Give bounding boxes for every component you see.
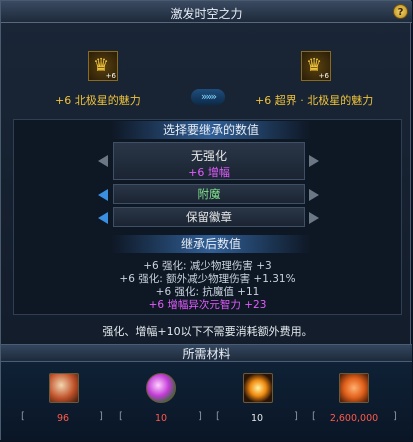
option-line-2: +6 增幅 [188,166,230,179]
emblem-option-box[interactable]: 保留徽章 [113,207,305,227]
prev-option-arrow-icon[interactable] [98,189,108,201]
option-label: 保留徽章 [186,210,232,224]
crystal-shard-icon[interactable] [49,373,79,403]
material-quantity: 96 [56,413,70,424]
select-section-header: 选择要继承的数值 [111,121,311,139]
cost-note: 强化、增幅+10以下不需要消耗额外费用。 [102,325,313,338]
source-item-name: +6 北极星的魅力 [55,94,141,107]
title-bar[interactable]: 激发时空之力 ? [1,1,412,23]
prev-option-arrow-icon[interactable] [98,212,108,224]
window-title: 激发时空之力 [170,7,243,21]
result-stat-line: +6 增幅异次元智力 +23 [148,299,267,311]
next-option-arrow-icon[interactable] [309,155,319,167]
enchant-option-box[interactable]: 附魔 [113,184,305,204]
option-label: 附魔 [197,187,221,201]
source-item-level: +6 [105,72,116,80]
next-option-arrow-icon[interactable] [309,189,319,201]
target-item-slot[interactable]: ♛ +6 [301,51,331,81]
transfer-arrow-icon: »»» [191,89,225,105]
material-quantity: 10 [154,413,168,424]
next-option-arrow-icon[interactable] [309,212,319,224]
enhance-option-box[interactable]: 无强化 +6 增幅 [113,142,305,180]
target-item-name: +6 超界 · 北极星的魅力 [255,94,374,107]
dialog-window: 激发时空之力 ? ♛ +6 +6 北极星的魅力 »»» ♛ +6 +6 超界 ·… [0,0,412,441]
source-item-slot[interactable]: ♛ +6 [88,51,118,81]
materials-header: 所需材料 [1,344,412,362]
time-rune-icon[interactable] [243,373,273,403]
material-quantity: 10 [250,413,264,424]
option-line-1: 无强化 [190,149,227,163]
result-section-header: 继承后数值 [111,235,311,253]
target-item-level: +6 [318,72,329,80]
help-button[interactable]: ? [393,4,408,19]
gold-coins-icon[interactable] [339,373,369,403]
material-quantity: 2,600,000 [329,413,379,424]
magic-orb-icon[interactable] [146,373,176,403]
prev-option-arrow-icon[interactable] [98,155,108,167]
